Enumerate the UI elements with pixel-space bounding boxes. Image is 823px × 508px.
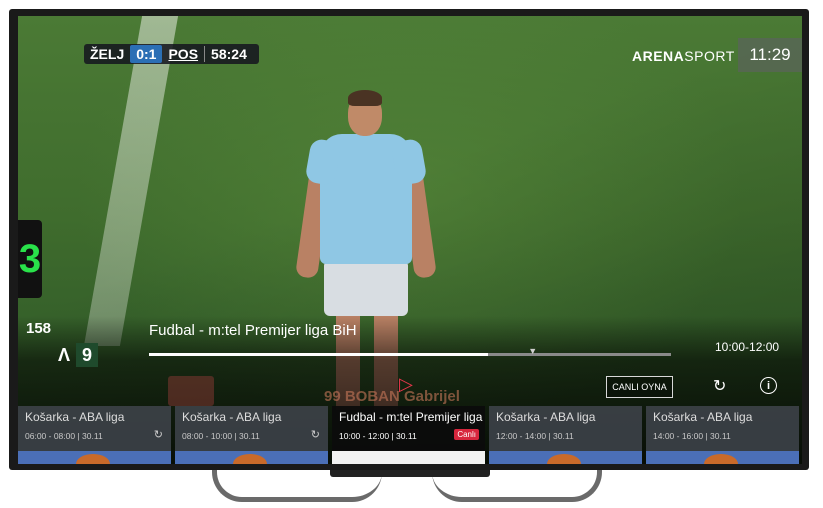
live-badge: Canlı — [454, 429, 479, 440]
epg-item-active[interactable]: Fudbal - m:tel Premijer liga BiH 10:00 -… — [332, 406, 485, 464]
epg-strip: Košarka - ABA liga 06:00 - 08:00 | 30.11… — [18, 406, 802, 464]
live-button[interactable]: CANLI OYNA — [606, 376, 673, 398]
video-screen[interactable]: ŽELJ 0:1 POS 58:24 ARENASPORT 11:29 3 15… — [18, 16, 802, 464]
epg-item-title: Košarka - ABA liga — [653, 410, 753, 424]
broadcaster-logo: ARENASPORT — [632, 48, 735, 64]
player-hair — [348, 90, 382, 106]
play-icon[interactable]: ▷ — [399, 374, 413, 395]
scoreboard: ŽELJ 0:1 POS 58:24 — [84, 44, 259, 64]
player-shorts — [324, 260, 408, 316]
epg-item-time: 12:00 - 14:00 | 30.11 — [496, 431, 574, 441]
substitution-board: 3 — [18, 220, 42, 298]
epg-item-time: 08:00 - 10:00 | 30.11 — [182, 431, 260, 441]
epg-item[interactable]: Košarka - ABA liga 14:00 - 16:00 | 30.11 — [646, 406, 799, 464]
epg-item-title: Fudbal - m:tel Premijer liga BiH — [339, 410, 485, 424]
epg-item-title: Košarka - ABA liga — [182, 410, 282, 424]
epg-item[interactable]: Košarka - ABA liga 08:00 - 10:00 | 30.11… — [175, 406, 328, 464]
info-icon[interactable]: i — [760, 377, 777, 394]
progress-fill — [149, 353, 489, 356]
channel-logo-number: 9 — [76, 343, 99, 367]
background-player-name: 99 BOBAN Gabrijel — [324, 388, 460, 405]
epg-item[interactable]: Košarka - ABA liga 12:00 - 14:00 | 30.11 — [489, 406, 642, 464]
epg-item[interactable]: Košarka - ABA liga 06:00 - 08:00 | 30.11… — [18, 406, 171, 464]
basketball-icon — [704, 454, 738, 464]
clock: 11:29 — [738, 38, 802, 72]
epg-item-time: 14:00 - 16:00 | 30.11 — [653, 431, 731, 441]
channel-logo-letter: Λ — [58, 344, 71, 365]
program-title: Fudbal - m:tel Premijer liga BiH — [149, 322, 357, 339]
brand-bold: ARENA — [632, 48, 685, 64]
channel-number: 158 — [26, 320, 52, 337]
brand-light: SPORT — [684, 48, 735, 64]
program-time-range: 10:00-12:00 — [715, 340, 780, 354]
epg-item-thumbnail — [175, 451, 328, 464]
basketball-icon — [76, 454, 110, 464]
epg-item-title: Košarka - ABA liga — [25, 410, 125, 424]
epg-item-thumbnail — [646, 451, 799, 464]
progress-bar[interactable]: ▼ — [149, 346, 671, 356]
score: 0:1 — [130, 45, 163, 63]
team-away: POS — [168, 46, 199, 62]
basketball-icon — [547, 454, 581, 464]
match-time: 58:24 — [204, 46, 247, 62]
team-home: ŽELJ — [90, 46, 125, 62]
epg-item-title: Košarka - ABA liga — [496, 410, 596, 424]
epg-item-thumbnail — [18, 451, 171, 464]
team-crest — [168, 376, 214, 406]
channel-logo: Λ 9 — [52, 343, 99, 367]
progress-marker-icon[interactable]: ▼ — [528, 346, 537, 356]
replay-icon: ↻ — [310, 429, 320, 441]
epg-item-time: 10:00 - 12:00 | 30.11 — [339, 431, 417, 441]
replay-icon: ↻ — [153, 429, 163, 441]
epg-item-time: 06:00 - 08:00 | 30.11 — [25, 431, 103, 441]
epg-item-thumbnail — [489, 451, 642, 464]
basketball-icon — [233, 454, 267, 464]
epg-item-thumbnail — [332, 451, 485, 464]
restart-icon[interactable]: ↻ — [713, 376, 726, 396]
tv-stand-base — [330, 470, 490, 477]
